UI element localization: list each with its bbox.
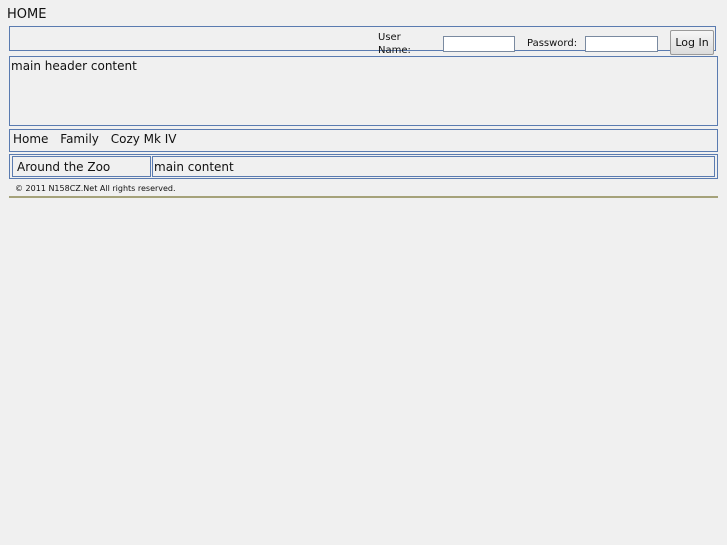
- main-header: main header content: [9, 56, 718, 126]
- login-button[interactable]: Log In: [670, 30, 714, 55]
- password-label: Password:: [527, 38, 578, 49]
- nav-bar: Home Family Cozy Mk IV: [9, 129, 718, 152]
- sidebar-item-around-the-zoo[interactable]: Around the Zoo: [12, 156, 151, 177]
- page-title: HOME: [7, 7, 47, 22]
- username-input[interactable]: [443, 36, 515, 52]
- username-label: User Name:: [378, 32, 411, 56]
- main-content: main content: [152, 156, 715, 177]
- nav-item-family[interactable]: Family: [60, 132, 99, 147]
- password-input[interactable]: [585, 36, 658, 52]
- nav-item-cozy-mk-iv[interactable]: Cozy Mk IV: [111, 132, 177, 147]
- content-area: Around the Zoo main content: [9, 154, 718, 179]
- footer-copyright: © 2011 N158CZ.Net All rights reserved.: [9, 183, 718, 198]
- login-bar: User Name: Password: Log In: [9, 26, 716, 56]
- nav-item-home[interactable]: Home: [13, 132, 48, 147]
